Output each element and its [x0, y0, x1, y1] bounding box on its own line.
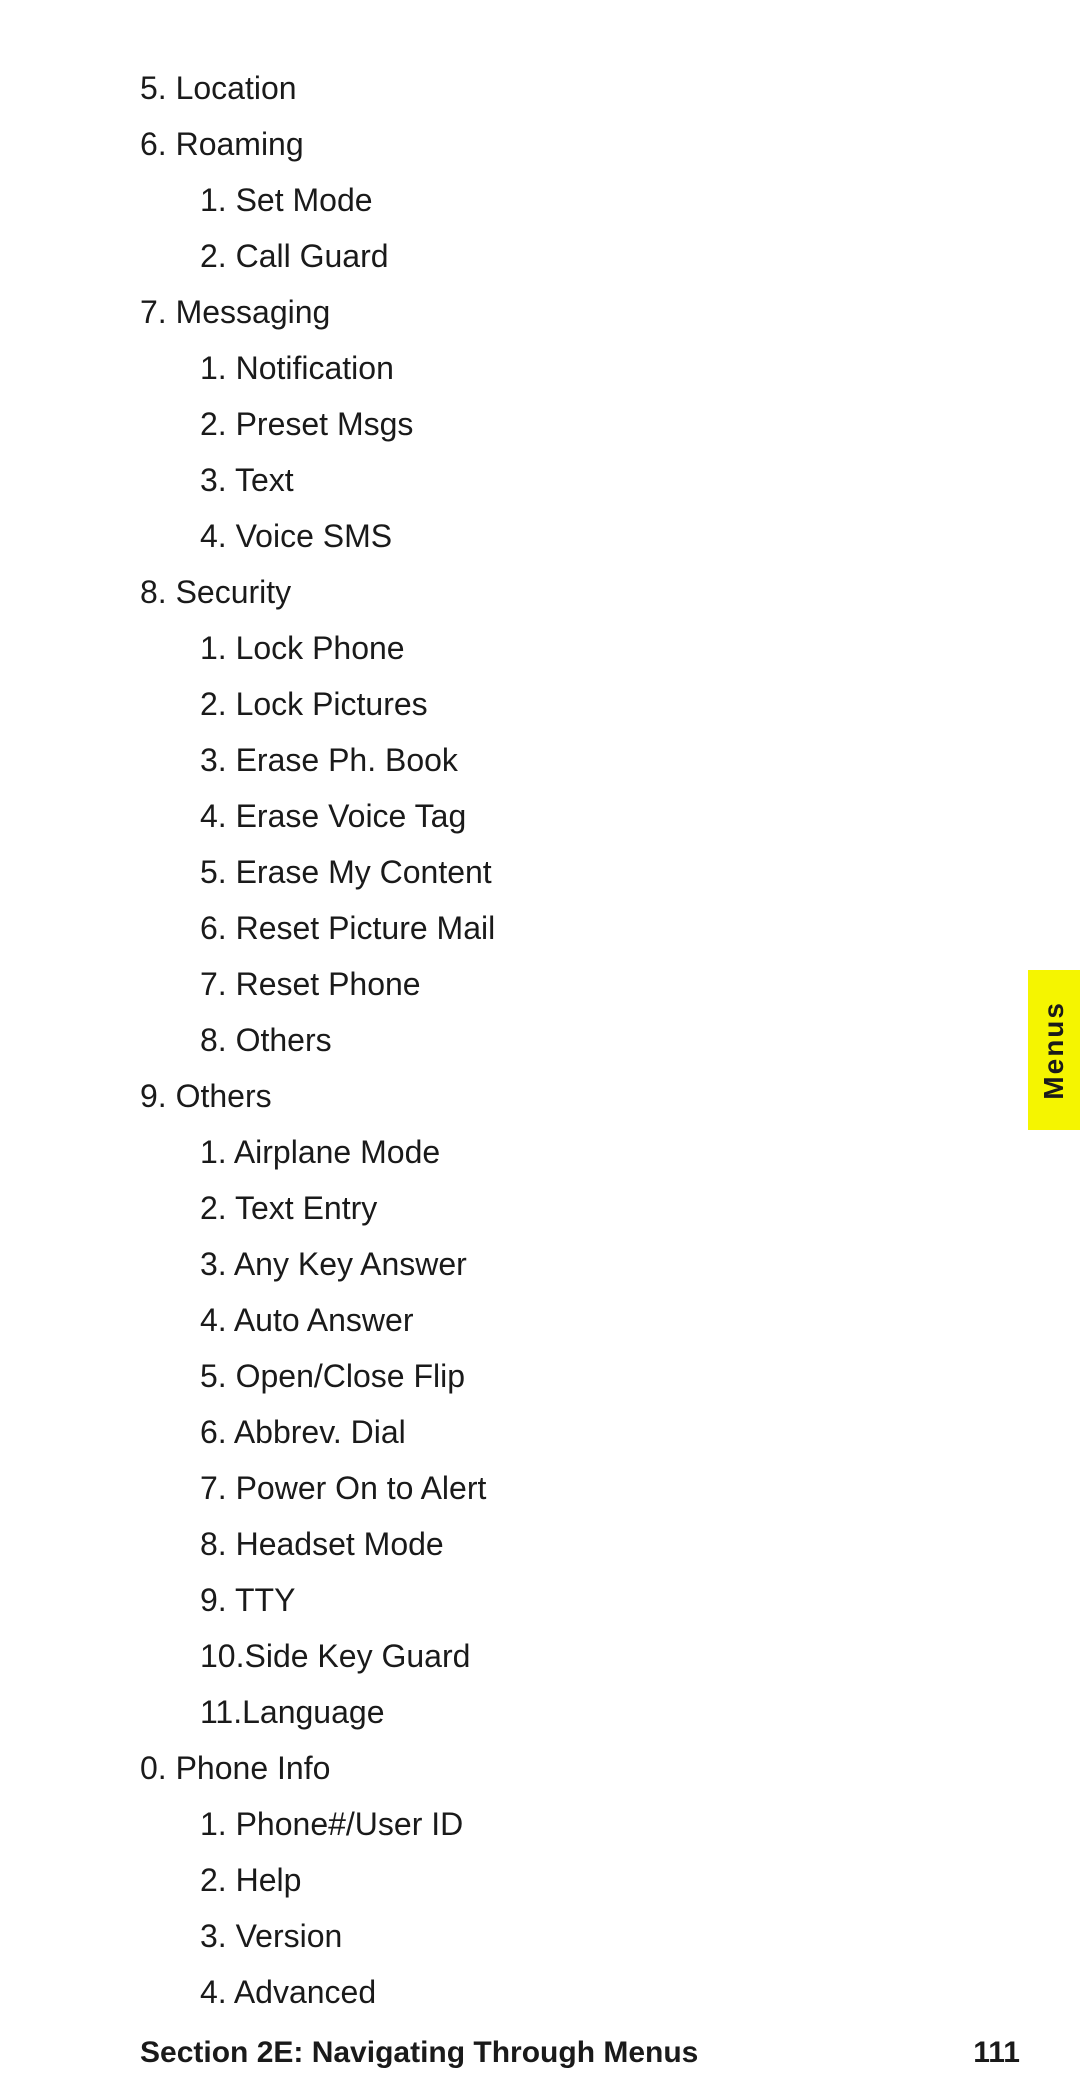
- list-item: 5. Location: [140, 60, 900, 116]
- list-item: 5. Erase My Content: [200, 844, 900, 900]
- list-item: 8. Headset Mode: [200, 1516, 900, 1572]
- list-item: 2. Preset Msgs: [200, 396, 900, 452]
- list-item: 2. Help: [200, 1852, 900, 1908]
- list-item: 7. Reset Phone: [200, 956, 900, 1012]
- list-item: 1. Lock Phone: [200, 620, 900, 676]
- list-item: 3. Text: [200, 452, 900, 508]
- list-item: 5. Open/Close Flip: [200, 1348, 900, 1404]
- list-item: 2. Call Guard: [200, 228, 900, 284]
- list-item: 3. Any Key Answer: [200, 1236, 900, 1292]
- list-item: 2. Lock Pictures: [200, 676, 900, 732]
- list-item: 4. Auto Answer: [200, 1292, 900, 1348]
- list-item: 7. Power On to Alert: [200, 1460, 900, 1516]
- page-content: 5. Location6. Roaming1. Set Mode2. Call …: [0, 0, 900, 2100]
- list-item: 2. Text Entry: [200, 1180, 900, 1236]
- side-tab-label: Menus: [1038, 1001, 1070, 1100]
- side-tab: Menus: [1028, 970, 1080, 1130]
- list-item: 1. Airplane Mode: [200, 1124, 900, 1180]
- list-item: 7. Messaging: [140, 284, 900, 340]
- footer-page: 111: [973, 2036, 1020, 2070]
- menu-list: 5. Location6. Roaming1. Set Mode2. Call …: [140, 60, 900, 2020]
- list-item: 0. Phone Info: [140, 1740, 900, 1796]
- list-item: 9. Others: [140, 1068, 900, 1124]
- list-item: 11.Language: [200, 1684, 900, 1740]
- list-item: 4. Voice SMS: [200, 508, 900, 564]
- list-item: 8. Security: [140, 564, 900, 620]
- list-item: 1. Phone#/User ID: [200, 1796, 900, 1852]
- list-item: 6. Abbrev. Dial: [200, 1404, 900, 1460]
- list-item: 1. Set Mode: [200, 172, 900, 228]
- list-item: 1. Notification: [200, 340, 900, 396]
- footer-title: Section 2E: Navigating Through Menus: [140, 2036, 698, 2070]
- list-item: 3. Erase Ph. Book: [200, 732, 900, 788]
- list-item: 4. Erase Voice Tag: [200, 788, 900, 844]
- list-item: 3. Version: [200, 1908, 900, 1964]
- footer: Section 2E: Navigating Through Menus 111: [0, 2006, 1080, 2100]
- list-item: 10.Side Key Guard: [200, 1628, 900, 1684]
- list-item: 6. Reset Picture Mail: [200, 900, 900, 956]
- list-item: 8. Others: [200, 1012, 900, 1068]
- list-item: 6. Roaming: [140, 116, 900, 172]
